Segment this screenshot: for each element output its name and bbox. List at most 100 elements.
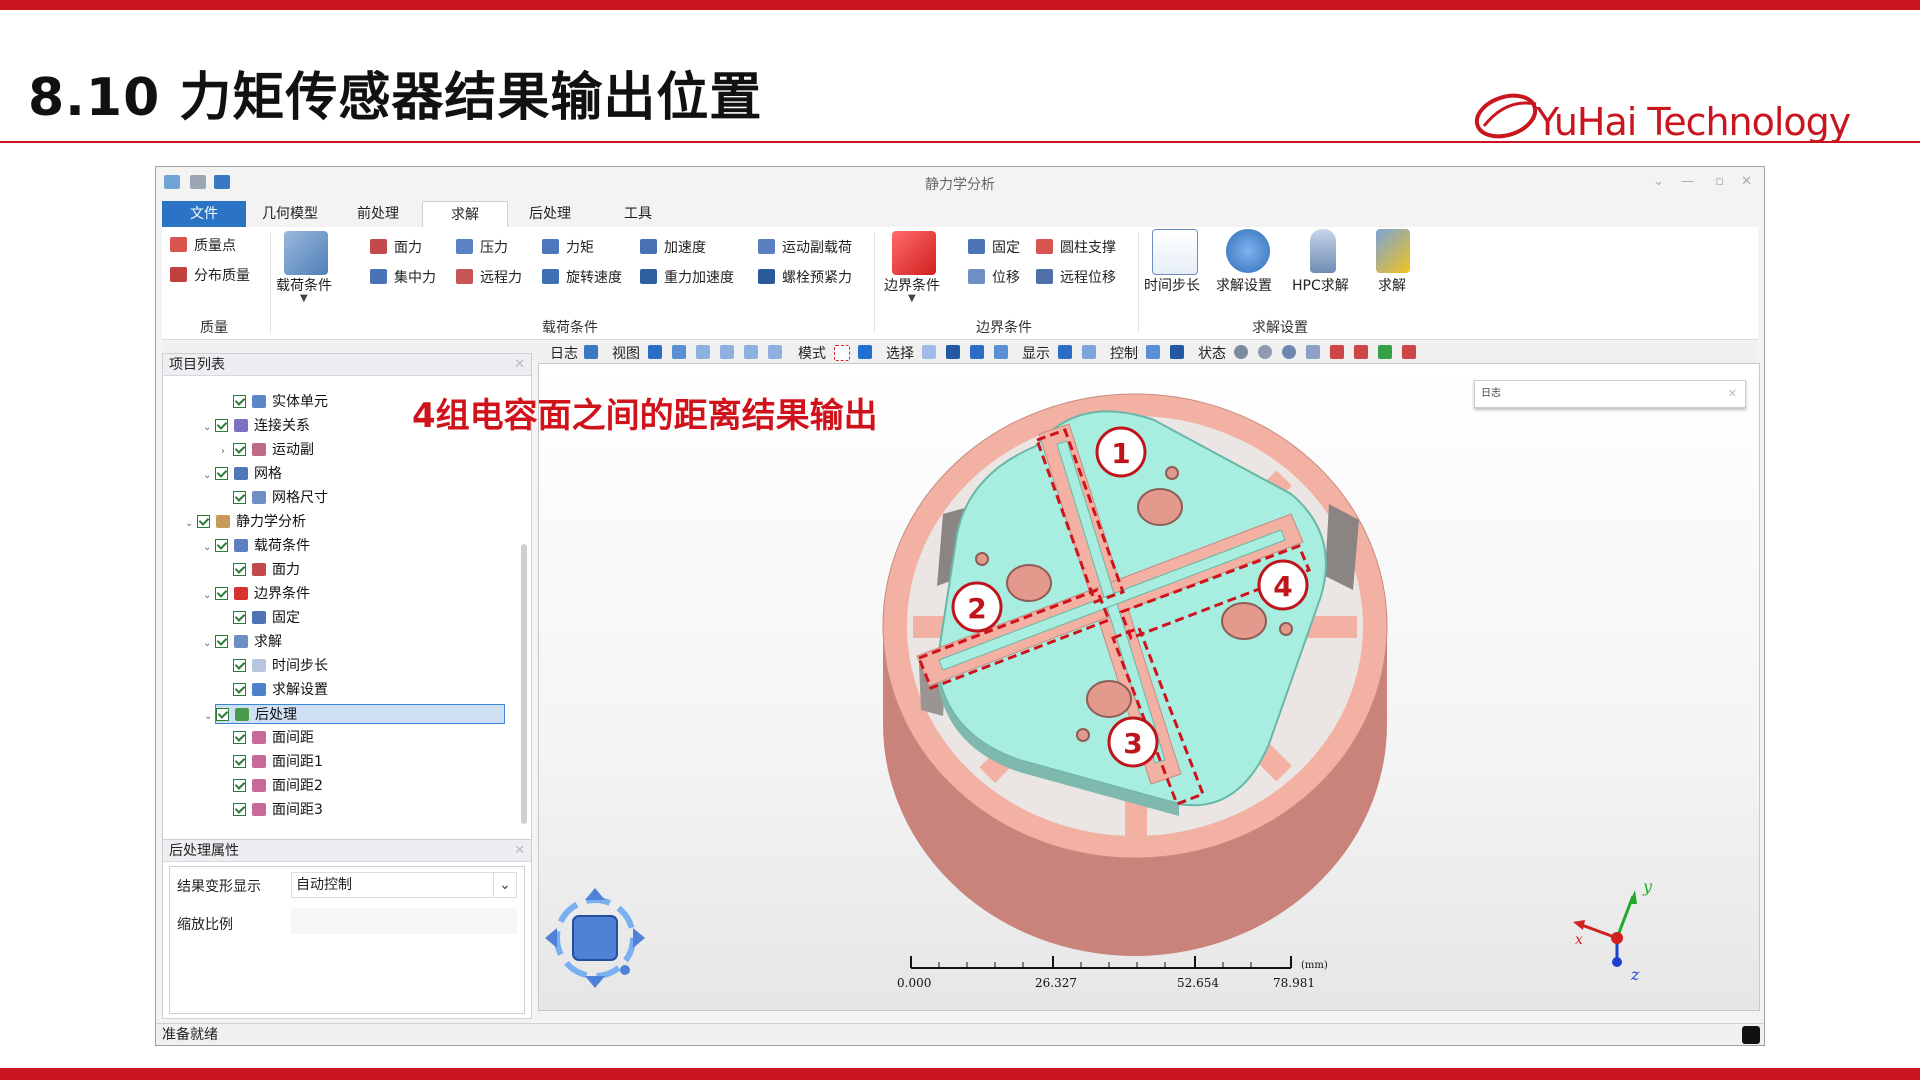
status-notification-icon[interactable]	[1742, 1026, 1760, 1044]
tree-item-mesh[interactable]: ⌄ 网格	[203, 464, 282, 484]
mass-point-button[interactable]: 质量点	[170, 235, 236, 255]
pan-move-icon[interactable]	[1146, 345, 1160, 359]
chevron-right-icon[interactable]: ›	[221, 442, 233, 462]
check-state-icon[interactable]	[1378, 345, 1392, 359]
view-bottom-icon[interactable]	[768, 345, 782, 359]
chevron-down-icon[interactable]: ⌄	[203, 538, 215, 558]
distributed-mass-button[interactable]: 分布质量	[170, 265, 250, 285]
chevron-down-icon[interactable]: ⌄	[493, 873, 516, 897]
hpc-rocket-icon[interactable]	[1310, 229, 1336, 273]
hide-eye-icon[interactable]	[1234, 345, 1248, 359]
unsuppress-icon[interactable]	[1354, 345, 1368, 359]
time-step-icon[interactable]	[1152, 229, 1198, 275]
checkbox[interactable]	[215, 587, 228, 600]
tree-item-time-step[interactable]: 时间步长	[221, 656, 328, 676]
log-window[interactable]: 日志 ✕	[1474, 380, 1746, 408]
zoom-fit-icon[interactable]	[1170, 345, 1184, 359]
scale-ratio-field[interactable]	[291, 908, 517, 934]
tree-item-postprocess[interactable]: ⌄ 后处理	[204, 704, 505, 724]
checkbox[interactable]	[233, 803, 246, 816]
chevron-down-icon[interactable]: ⌄	[185, 514, 197, 534]
view-cube[interactable]	[545, 888, 645, 988]
displacement-button[interactable]: 位移	[968, 267, 1020, 287]
concentrated-force-button[interactable]: 集中力	[370, 267, 436, 287]
tab-tools[interactable]: 工具	[594, 201, 682, 227]
pressure-button[interactable]: 压力	[456, 237, 508, 257]
fixed-button[interactable]: 固定	[968, 237, 1020, 257]
show-eye-icon[interactable]	[1258, 345, 1272, 359]
display-shaded-icon[interactable]	[1058, 345, 1072, 359]
rotational-velocity-button[interactable]: 旋转速度	[542, 267, 622, 287]
checkbox[interactable]	[215, 419, 228, 432]
log-icon[interactable]	[584, 345, 598, 359]
chevron-down-icon[interactable]: ⌄	[203, 418, 215, 438]
close-icon[interactable]: ✕	[514, 354, 525, 376]
checkbox[interactable]	[233, 563, 246, 576]
chevron-down-icon[interactable]: ⌄	[203, 634, 215, 654]
pointer-select-icon[interactable]	[858, 345, 872, 359]
tree-item-solve[interactable]: ⌄ 求解	[203, 632, 282, 652]
view-iso-icon[interactable]	[648, 345, 662, 359]
tree-item-static-analysis[interactable]: ⌄ 静力学分析	[185, 512, 306, 532]
checkbox[interactable]	[233, 491, 246, 504]
checkbox[interactable]	[197, 515, 210, 528]
select-edge-icon[interactable]	[946, 345, 960, 359]
checkbox[interactable]	[233, 683, 246, 696]
close-icon[interactable]: ✕	[1728, 381, 1737, 407]
remote-displacement-button[interactable]: 远程位移	[1036, 267, 1116, 287]
view-top-icon[interactable]	[744, 345, 758, 359]
select-vertex-icon[interactable]	[922, 345, 936, 359]
model-render[interactable]: 1 2 3 4 y x z	[539, 364, 1760, 1011]
solve-lightning-icon[interactable]	[1376, 229, 1410, 273]
chevron-down-icon[interactable]: ⌄	[203, 466, 215, 486]
tree-item-solve-settings[interactable]: 求解设置	[221, 680, 328, 700]
close-icon[interactable]: ✕	[1741, 174, 1752, 189]
remote-force-button[interactable]: 远程力	[456, 267, 522, 287]
deform-display-select[interactable]: 自动控制 ⌄	[291, 872, 517, 898]
gravity-button[interactable]: 重力加速度	[640, 267, 734, 287]
tab-preprocess[interactable]: 前处理	[334, 201, 422, 227]
tree-item-joint[interactable]: › 运动副	[221, 440, 314, 460]
tree-item-connections[interactable]: ⌄ 连接关系	[203, 416, 310, 436]
tree-item-load-conditions[interactable]: ⌄ 载荷条件	[203, 536, 310, 556]
load-condition-icon[interactable]	[284, 231, 328, 275]
view-back-icon[interactable]	[696, 345, 710, 359]
chevron-down-icon[interactable]: ⌄	[203, 586, 215, 606]
bolt-pretension-button[interactable]: 螺栓预紧力	[758, 267, 852, 287]
minimize-icon[interactable]: —	[1681, 174, 1694, 189]
swap-icon[interactable]	[1402, 345, 1416, 359]
tab-file[interactable]: 文件	[162, 201, 246, 227]
checkbox[interactable]	[233, 443, 246, 456]
box-select-icon[interactable]	[834, 345, 850, 361]
moment-button[interactable]: 力矩	[542, 237, 594, 257]
display-mesh-icon[interactable]	[1082, 345, 1096, 359]
checkbox[interactable]	[233, 659, 246, 672]
solve-settings-gear-icon[interactable]	[1226, 229, 1270, 273]
solve-button[interactable]: 求解	[1378, 275, 1406, 295]
joint-load-button[interactable]: 运动副载荷	[758, 237, 852, 257]
suppress-icon[interactable]	[1330, 345, 1344, 359]
tree-item-face-distance-2[interactable]: 面间距2	[221, 776, 323, 796]
tree-item-surface-force[interactable]: 面力	[221, 560, 300, 580]
checkbox[interactable]	[215, 467, 228, 480]
checkbox[interactable]	[233, 611, 246, 624]
sort-icon[interactable]	[1306, 345, 1320, 359]
tree-item-face-distance-3[interactable]: 面间距3	[221, 800, 323, 820]
tree-item-boundary-conditions[interactable]: ⌄ 边界条件	[203, 584, 310, 604]
tab-postprocess[interactable]: 后处理	[506, 201, 594, 227]
tree-item-face-distance[interactable]: 面间距	[221, 728, 314, 748]
surface-force-button[interactable]: 面力	[370, 237, 422, 257]
select-face-icon[interactable]	[970, 345, 984, 359]
tree-item-face-distance-1[interactable]: 面间距1	[221, 752, 323, 772]
solve-settings-button[interactable]: 求解设置	[1216, 275, 1272, 295]
tree-item-fixed[interactable]: 固定	[221, 608, 300, 628]
tree-item-mesh-size[interactable]: 网格尺寸	[221, 488, 328, 508]
chevron-down-icon[interactable]: ⌄	[204, 707, 216, 727]
tab-geometry[interactable]: 几何模型	[246, 201, 334, 227]
load-condition-button[interactable]: 载荷条件	[276, 275, 332, 295]
checkbox[interactable]	[215, 539, 228, 552]
chevron-down-icon[interactable]: ▼	[908, 293, 916, 304]
tab-solve[interactable]: 求解	[422, 201, 508, 228]
tree-item-solid-element[interactable]: 实体单元	[221, 392, 328, 412]
chevron-down-icon[interactable]: ⌄	[1653, 174, 1664, 189]
